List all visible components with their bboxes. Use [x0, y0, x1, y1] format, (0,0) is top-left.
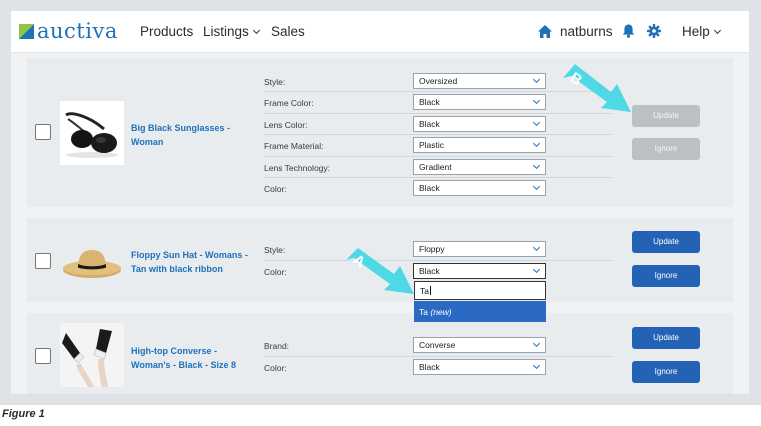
product-title-link[interactable]: Big Black Sunglasses - Woman — [131, 121, 251, 149]
product-title-link[interactable]: Floppy Sun Hat - Womans - Tan with black… — [131, 248, 251, 276]
product-select-checkbox[interactable] — [35, 124, 51, 140]
lens-color-select[interactable]: Black — [413, 116, 546, 132]
chevron-down-icon — [532, 161, 541, 170]
frame-color-select[interactable]: Black — [413, 94, 546, 110]
chevron-down-icon — [532, 118, 541, 127]
specific-label: Frame Material: — [264, 141, 324, 151]
specific-label: Frame Color: — [264, 98, 314, 108]
row-divider — [264, 134, 612, 135]
update-button-disabled[interactable]: Update — [632, 105, 700, 127]
ignore-button-disabled[interactable]: Ignore — [632, 138, 700, 160]
chevron-down-icon — [532, 139, 541, 148]
specific-label: Color: — [264, 363, 287, 373]
callout-arrow-b: B — [563, 64, 631, 112]
username-link[interactable]: natburns — [560, 24, 613, 39]
brand-select[interactable]: Converse — [413, 337, 546, 353]
specific-label: Lens Color: — [264, 120, 308, 130]
nav-listings[interactable]: Listings — [203, 24, 260, 39]
auctiva-logo[interactable]: auctiva — [19, 20, 118, 42]
style-select[interactable]: Oversized — [413, 73, 546, 89]
update-button[interactable]: Update — [632, 327, 700, 349]
nav-help-label: Help — [682, 24, 710, 39]
callout-arrow-a: A — [346, 248, 414, 294]
ignore-button[interactable]: Ignore — [632, 361, 700, 383]
product-thumbnail-converse[interactable] — [60, 323, 124, 387]
app-window: auctiva Products Listings Sales natburns — [11, 11, 749, 394]
product-card-converse: High-top Converse - Woman's - Black - Si… — [27, 313, 733, 394]
nav-products[interactable]: Products — [140, 24, 193, 39]
specific-label: Lens Technology: — [264, 163, 331, 173]
chevron-down-icon — [532, 243, 541, 252]
specific-label: Color: — [264, 184, 287, 194]
text-caret — [429, 286, 431, 295]
row-divider — [264, 260, 612, 261]
product-thumbnail-sun-hat[interactable] — [60, 230, 124, 294]
figure-caption: Figure 1 — [2, 408, 45, 420]
color-select-open[interactable]: Black — [413, 263, 546, 279]
top-nav-bar: auctiva Products Listings Sales natburns — [11, 11, 749, 53]
product-select-checkbox[interactable] — [35, 348, 51, 364]
frame-material-select[interactable]: Plastic — [413, 137, 546, 153]
color-value: Black — [419, 266, 440, 276]
specific-label: Brand: — [264, 341, 290, 351]
product-select-checkbox[interactable] — [35, 253, 51, 269]
chevron-down-icon — [252, 26, 260, 35]
chevron-down-icon — [532, 265, 541, 274]
brand-value: Converse — [419, 340, 456, 350]
product-title-link[interactable]: High-top Converse - Woman's - Black - Si… — [131, 344, 251, 372]
nav-help[interactable]: Help — [682, 24, 721, 39]
new-value-suggestion[interactable]: Ta (new) — [414, 301, 546, 322]
frame-material-value: Plastic — [419, 140, 445, 150]
sun-hat-image — [63, 250, 121, 278]
row-divider — [264, 356, 612, 357]
lens-technology-select[interactable]: Gradient — [413, 159, 546, 175]
figure-frame: auctiva Products Listings Sales natburns — [0, 0, 761, 405]
logo-text: auctiva — [37, 19, 118, 43]
nav-sales[interactable]: Sales — [271, 24, 305, 39]
chevron-down-icon — [532, 361, 541, 370]
lens-color-value: Black — [419, 119, 440, 129]
home-icon[interactable] — [538, 25, 552, 38]
product-thumbnail-sunglasses[interactable] — [60, 101, 124, 165]
style-value: Oversized — [419, 76, 458, 86]
chevron-down-icon — [532, 182, 541, 191]
chevron-down-icon — [532, 96, 541, 105]
sunglasses-image — [60, 101, 124, 165]
nav-listings-label: Listings — [203, 24, 249, 39]
specific-label: Style: — [264, 245, 286, 255]
color-search-input[interactable]: Ta — [414, 281, 546, 300]
row-divider — [264, 156, 612, 157]
style-select[interactable]: Floppy — [413, 241, 546, 257]
frame-color-value: Black — [419, 97, 440, 107]
logo-mark-icon — [19, 23, 34, 39]
color-value: Black — [419, 183, 440, 193]
bell-icon[interactable] — [622, 24, 635, 38]
suggestion-suffix: (new) — [430, 307, 452, 317]
specific-label: Color: — [264, 267, 287, 277]
chevron-down-icon — [713, 26, 721, 35]
suggestion-value: Ta — [419, 307, 428, 317]
color-select[interactable]: Black — [413, 180, 546, 196]
style-value: Floppy — [419, 244, 445, 254]
update-button[interactable]: Update — [632, 231, 700, 253]
lens-technology-value: Gradient — [419, 162, 452, 172]
row-divider — [264, 177, 612, 178]
converse-image — [60, 323, 124, 387]
gear-icon[interactable] — [647, 24, 661, 38]
specific-label: Style: — [264, 77, 286, 87]
ignore-button[interactable]: Ignore — [632, 265, 700, 287]
chevron-down-icon — [532, 339, 541, 348]
color-value: Black — [419, 362, 440, 372]
chevron-down-icon — [532, 75, 541, 84]
color-select[interactable]: Black — [413, 359, 546, 375]
